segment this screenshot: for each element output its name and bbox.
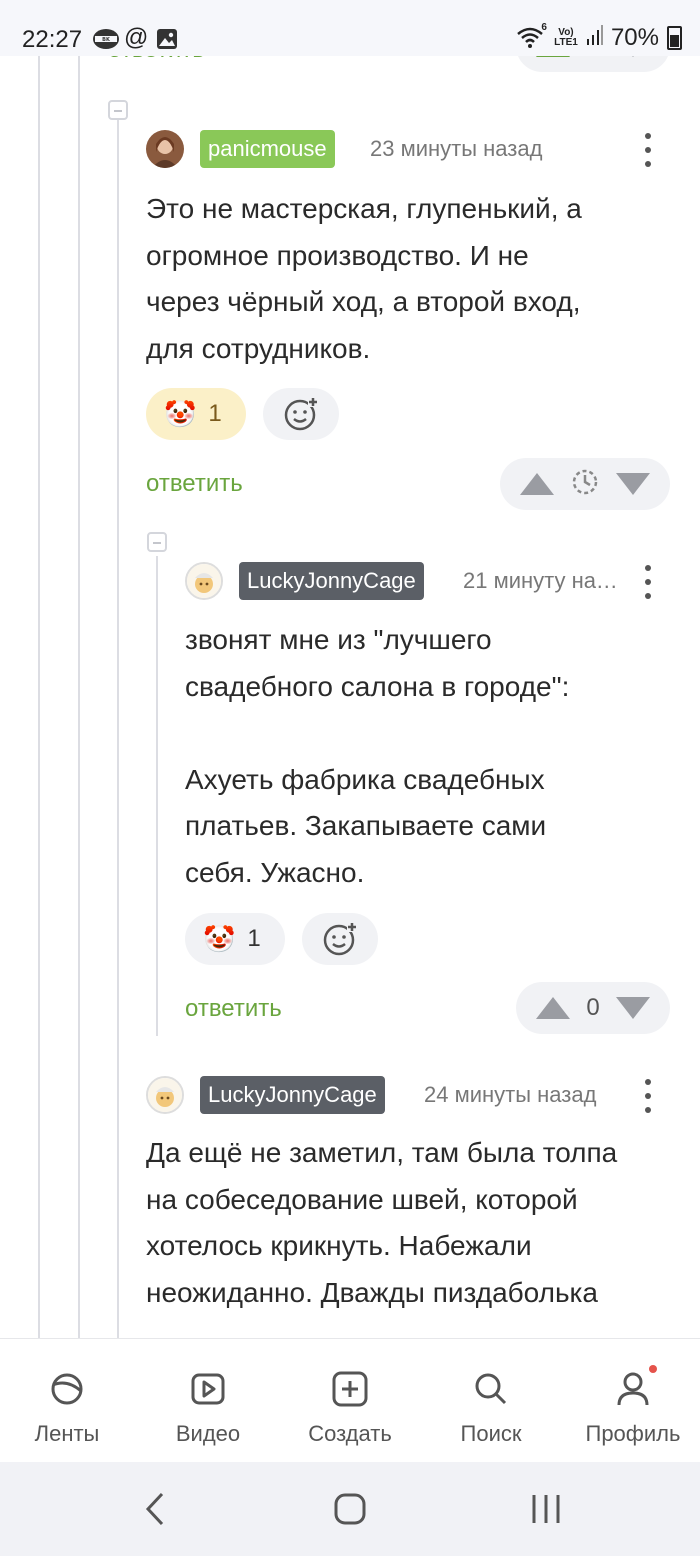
bottom-navigation: Ленты Видео Создать Поиск Профиль <box>0 1338 700 1463</box>
comment-time: 21 минуту назад <box>463 568 623 593</box>
wifi-icon: 6 <box>515 22 547 50</box>
notification-dot <box>649 1365 657 1373</box>
battery-percent: 70% <box>610 24 659 51</box>
rating-value: 0 <box>586 994 600 1021</box>
image-icon <box>156 28 184 50</box>
username-tag[interactable]: panicmouse <box>200 130 335 168</box>
username-tag[interactable]: LuckyJonnyCage <box>200 1076 385 1114</box>
avatar[interactable] <box>146 1076 184 1114</box>
nav-label: Создать <box>308 1421 392 1446</box>
nav-profile[interactable]: Профиль <box>563 1339 700 1463</box>
more-options-icon[interactable] <box>644 1079 652 1113</box>
nav-label: Видео <box>175 1421 241 1446</box>
reaction-chip[interactable]: 🤡 1 <box>146 388 246 440</box>
svg-text:BK: BK <box>102 37 111 43</box>
wifi-badge: 6 <box>541 22 547 33</box>
status-bar: 22:27 BK @ 6 Vo) LTE1 70% <box>0 0 700 56</box>
back-icon[interactable] <box>144 1492 166 1526</box>
upvote-icon[interactable] <box>536 997 570 1019</box>
profile-icon <box>617 1372 649 1406</box>
signal-icon <box>586 24 603 52</box>
thread-line <box>117 120 119 1338</box>
nav-search[interactable]: Поиск <box>421 1339 561 1463</box>
username-tag[interactable]: LuckyJonnyCage <box>239 562 424 600</box>
thread-line <box>78 56 80 1338</box>
avatar[interactable] <box>146 130 184 168</box>
clown-emoji-icon: 🤡 <box>203 923 236 954</box>
add-emoji-icon <box>284 397 318 431</box>
collapse-toggle[interactable] <box>108 100 128 120</box>
recent-apps-icon[interactable] <box>530 1492 562 1526</box>
clown-emoji-icon: 🤡 <box>164 398 197 429</box>
comment-text: Это не мастерская, глупенький, а огромно… <box>146 193 582 364</box>
comment-time: 23 минуты назад <box>370 136 543 161</box>
comment-text: Да ещё не заметил, там была толпа на соб… <box>146 1137 618 1308</box>
nav-create[interactable]: Создать <box>280 1339 420 1463</box>
reaction-count: 1 <box>247 925 261 952</box>
downvote-icon[interactable] <box>615 997 650 1019</box>
status-time: 22:27 <box>22 26 83 53</box>
more-options-icon[interactable] <box>644 133 652 167</box>
add-emoji-icon <box>323 922 357 956</box>
reply-link[interactable]: ответить <box>185 995 282 1023</box>
nav-feeds[interactable]: Ленты <box>0 1339 137 1463</box>
home-icon[interactable] <box>333 1492 367 1526</box>
nav-label: Профиль <box>585 1421 681 1446</box>
video-icon <box>191 1373 225 1405</box>
comment-time: 24 минуты назад <box>424 1082 597 1107</box>
nav-video[interactable]: Видео <box>138 1339 278 1463</box>
thread-line <box>156 556 158 1036</box>
add-reaction-button[interactable] <box>263 388 339 440</box>
at-sign-icon: @ <box>124 24 149 51</box>
burger-king-icon: BK <box>92 28 120 50</box>
system-navigation-bar <box>0 1462 700 1556</box>
avatar[interactable] <box>185 562 223 600</box>
reaction-count: 1 <box>208 400 222 427</box>
search-icon <box>475 1373 507 1405</box>
thread-line <box>38 56 40 1338</box>
battery-icon <box>667 26 682 50</box>
vote-box <box>500 458 670 510</box>
collapse-toggle[interactable] <box>147 532 167 552</box>
network-label: Vo) LTE1 <box>554 27 578 48</box>
reply-link[interactable]: ответить <box>146 470 243 498</box>
add-reaction-button[interactable] <box>302 913 378 965</box>
feeds-icon <box>51 1373 83 1405</box>
more-options-icon[interactable] <box>644 565 652 599</box>
vote-box: 0 <box>516 982 670 1034</box>
nav-label: Поиск <box>460 1421 522 1446</box>
downvote-icon[interactable] <box>616 473 650 495</box>
reaction-chip[interactable]: 🤡 1 <box>185 913 285 965</box>
nav-label: Ленты <box>34 1421 100 1446</box>
create-icon <box>332 1371 368 1407</box>
comment-text: звонят мне из "лучшего свадебного салона… <box>185 624 570 888</box>
rating-pending-icon <box>571 468 599 501</box>
upvote-icon[interactable] <box>520 473 554 495</box>
